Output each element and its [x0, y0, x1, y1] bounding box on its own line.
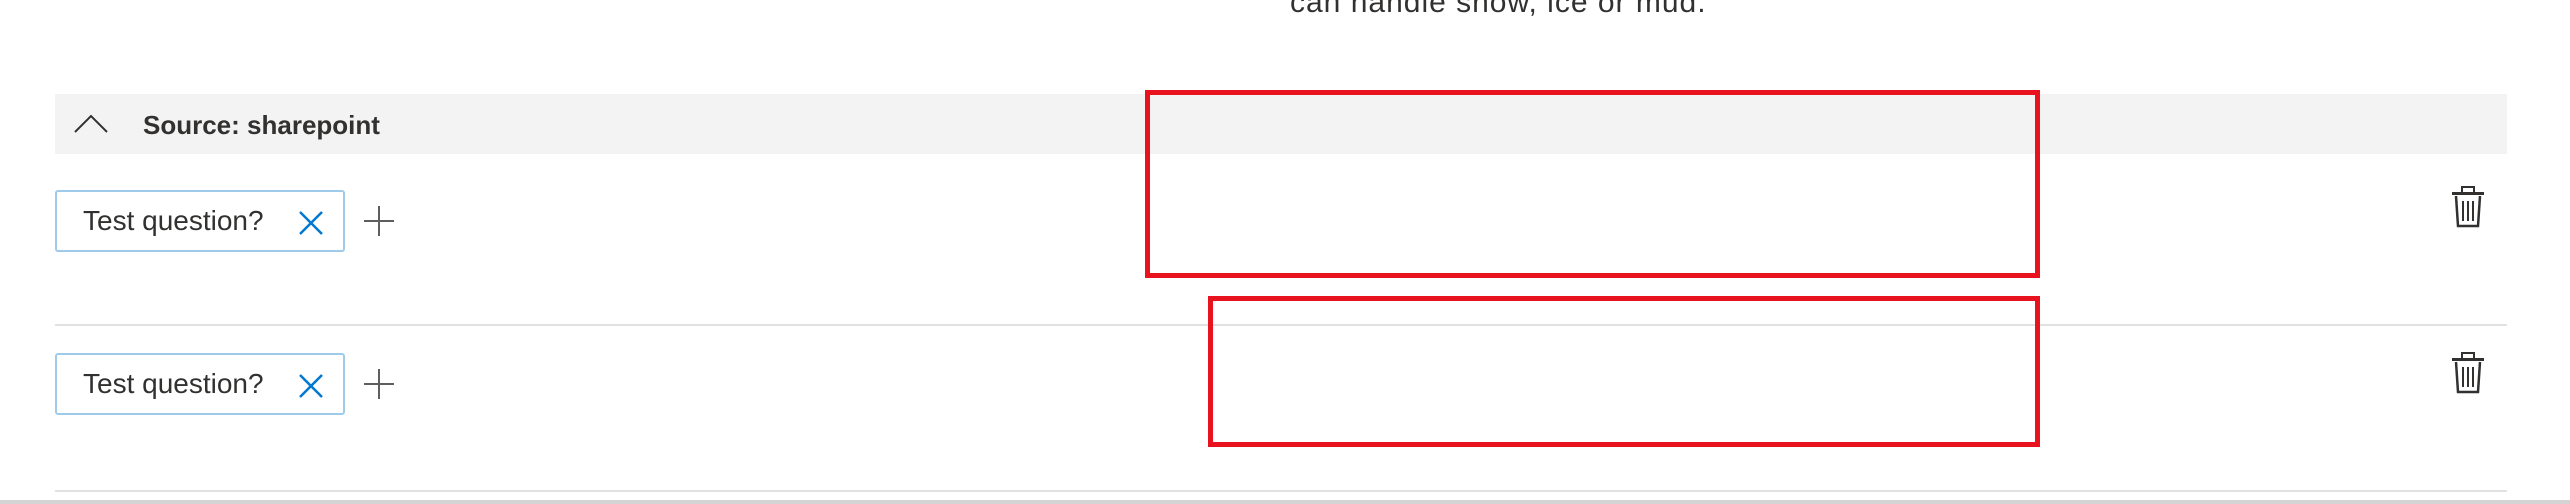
- previous-answer-text: can handle snow, ice or mud.: [1290, 0, 1707, 19]
- question-text: Test question?: [83, 368, 264, 399]
- question-tag[interactable]: Test question?: [55, 353, 345, 415]
- trash-icon[interactable]: [2449, 352, 2487, 394]
- question-text: Test question?: [83, 205, 264, 236]
- qna-editor: can handle snow, ice or mud. Source: sha…: [0, 0, 2570, 504]
- trash-icon[interactable]: [2449, 186, 2487, 228]
- add-question-icon[interactable]: [361, 366, 397, 402]
- qna-pair-row: Test question?: [55, 296, 2507, 492]
- close-icon[interactable]: [297, 372, 325, 400]
- question-tag[interactable]: Test question?: [55, 190, 345, 252]
- source-title: Source: sharepoint: [143, 110, 380, 140]
- close-icon[interactable]: [297, 209, 325, 237]
- answer-field[interactable]: [1145, 90, 2040, 278]
- chevron-up-icon[interactable]: [73, 106, 109, 142]
- bottom-divider: [0, 500, 2570, 504]
- answer-field[interactable]: [1208, 296, 2040, 447]
- add-question-icon[interactable]: [361, 203, 397, 239]
